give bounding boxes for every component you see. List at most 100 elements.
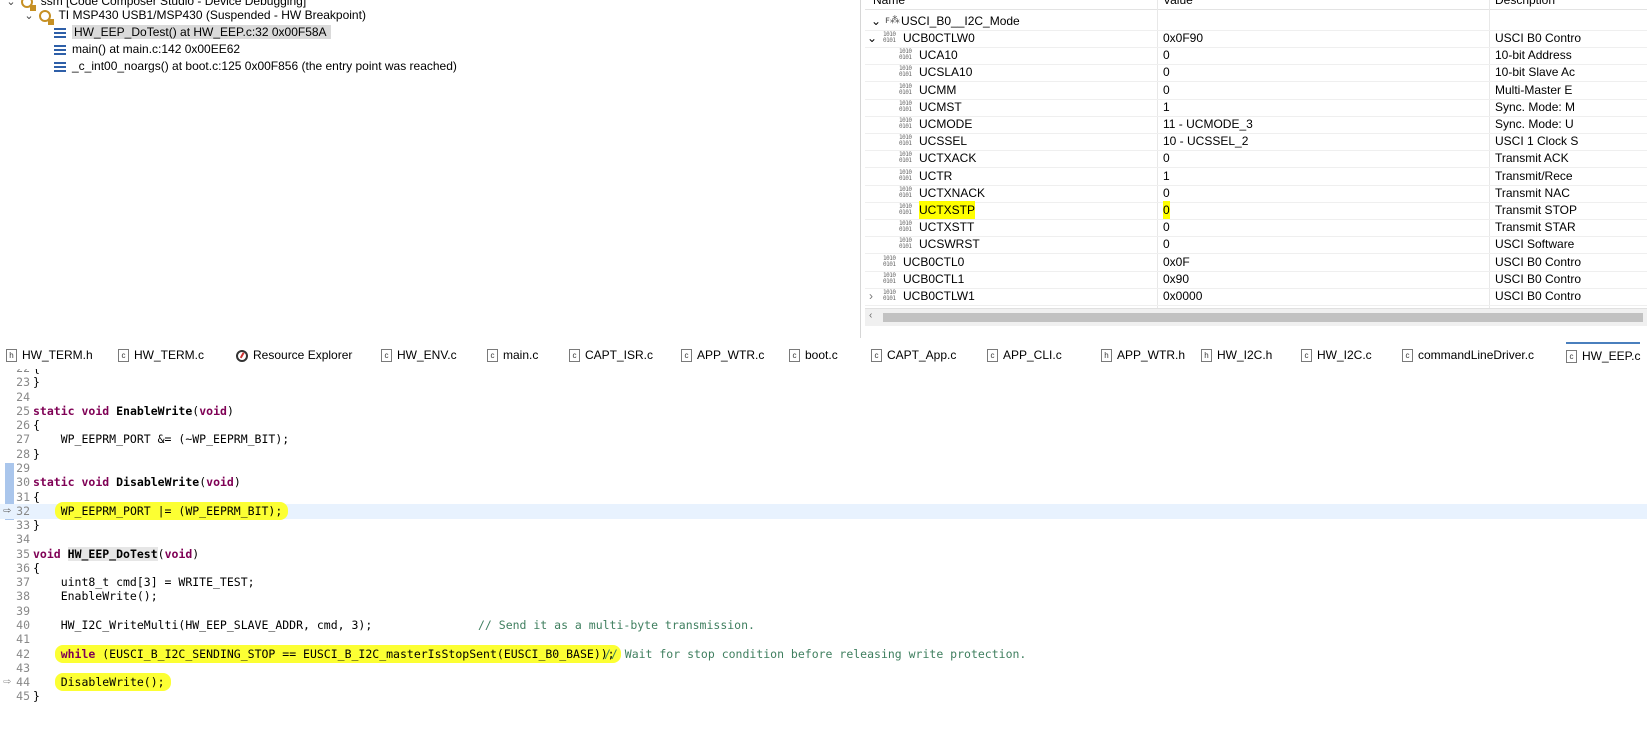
editor-tab[interactable]: c CAPT_ISR.c	[569, 343, 653, 368]
stack-frame[interactable]: HW_EEP_DoTest() at HW_EEP.c:32 0x00F58A	[54, 23, 331, 41]
code-line[interactable]: 32 WP_EEPRM_PORT |= (WP_EEPRM_BIT);	[0, 501, 1647, 520]
code-line[interactable]: 37 uint8_t cmd[3] = WRITE_TEST;	[0, 575, 1647, 590]
register-name: UCTXACK	[919, 151, 977, 166]
register-row[interactable]: 1010 0101 UCMM 0 Multi-Master E	[865, 81, 1647, 100]
editor-tab[interactable]: c boot.c	[789, 343, 838, 368]
stack-frame[interactable]: main() at main.c:142 0x00EE62	[54, 40, 240, 58]
breakpoint-icon[interactable]: ⇨	[3, 674, 11, 689]
editor-tab[interactable]: c HW_EEP.c	[1566, 342, 1641, 369]
register-row[interactable]: 1010 0101 UCSLA10 0 10-bit Slave Ac	[865, 63, 1647, 83]
editor-tab[interactable]: Resource Explorer	[236, 343, 352, 368]
register-description: Sync. Mode: U	[1495, 117, 1574, 131]
code-line[interactable]: 24	[0, 390, 1647, 405]
register-row[interactable]: ⌄ 1010 0101 UCB0CTLW0 0x0F90 USCI B0 Contro	[865, 29, 1647, 48]
editor-tab[interactable]: c commandLineDriver.c	[1402, 343, 1534, 368]
register-value[interactable]: 10 - UCSSEL_2	[1163, 132, 1248, 150]
chevron-down-icon[interactable]: ⌄	[871, 12, 881, 30]
editor-tab[interactable]: c CAPT_App.c	[871, 343, 956, 368]
register-value[interactable]: 1	[1163, 98, 1170, 116]
chevron-down-icon[interactable]: ⌄	[867, 29, 877, 47]
code-line[interactable]: 29	[0, 461, 1647, 476]
register-value[interactable]: 0	[1163, 63, 1170, 81]
code-text: while (EUSCI_B_I2C_SENDING_STOP == EUSCI…	[33, 644, 621, 663]
register-value[interactable]: 0	[1163, 218, 1170, 236]
header-file-icon: h	[1201, 349, 1212, 363]
c-file-icon: c	[1402, 349, 1413, 363]
code-line[interactable]: 26{	[0, 418, 1647, 433]
editor-tab[interactable]: c APP_WTR.c	[681, 343, 764, 368]
code-line[interactable]: 36{	[0, 561, 1647, 576]
register-value[interactable]: 0	[1163, 81, 1170, 99]
stack-frame[interactable]: _c_int00_noargs() at boot.c:125 0x00F856…	[54, 57, 457, 75]
debug-target-item[interactable]: ⌄ TI MSP430 USB1/MSP430 (Suspended - HW …	[22, 6, 366, 25]
register-row[interactable]: 1010 0101 UCTXNACK 0 Transmit NAC	[865, 184, 1647, 203]
code-line[interactable]: 42 while (EUSCI_B_I2C_SENDING_STOP == EU…	[0, 644, 1647, 663]
register-row[interactable]: 1010 0101 UCSSEL 10 - UCSSEL_2 USCI 1 Clock …	[865, 132, 1647, 152]
register-row[interactable]: 1010 0101 UCB0CTL1 0x90 USCI B0 Contro	[865, 270, 1647, 289]
register-value[interactable]: 0	[1163, 184, 1170, 202]
register-value[interactable]: 0x90	[1163, 270, 1189, 288]
code-line[interactable]: 34	[0, 532, 1647, 547]
register-value[interactable]: 1	[1163, 167, 1170, 185]
code-line[interactable]: 33}	[0, 518, 1647, 533]
line-number: 40	[16, 618, 30, 633]
registers-header: Name Value Description	[865, 0, 1647, 10]
code-editor[interactable]: 22{23}2425static void EnableWrite(void)2…	[0, 369, 1647, 729]
column-header-value[interactable]: Value	[1163, 0, 1193, 9]
column-header-name[interactable]: Name	[873, 0, 905, 9]
code-line[interactable]: 25 static void EnableWrite(void)	[0, 404, 1647, 419]
register-value[interactable]: 0	[1163, 235, 1170, 253]
code-line[interactable]: 35 void HW_EEP_DoTest(void)	[0, 546, 1647, 562]
register-row[interactable]: 1010 0101 UCTXACK 0 Transmit ACK	[865, 149, 1647, 169]
register-description: Transmit STOP	[1495, 203, 1578, 217]
c-file-icon: c	[987, 349, 998, 363]
editor-tab[interactable]: c HW_TERM.c	[118, 343, 204, 368]
register-value[interactable]: 0x0F	[1163, 253, 1190, 271]
horizontal-scrollbar[interactable]: ‹	[865, 308, 1647, 326]
editor-tab[interactable]: c HW_ENV.c	[381, 343, 457, 368]
chevron-down-icon[interactable]: ⌄	[4, 0, 18, 11]
register-row[interactable]: 1010 0101 UCMST 1 Sync. Mode: M	[865, 98, 1647, 117]
register-row[interactable]: 1010 0101 UCB0CTL0 0x0F USCI B0 Contro	[865, 253, 1647, 272]
register-value[interactable]: 0	[1163, 201, 1170, 219]
register-icon: 1010 0101	[899, 185, 912, 199]
code-line[interactable]: 30 static void DisableWrite(void)	[0, 475, 1647, 490]
editor-tab[interactable]: h HW_I2C.h	[1201, 343, 1272, 368]
register-row[interactable]: › 1010 0101 UCB0CTLW1 0x0000 USCI B0 Contro	[865, 287, 1647, 306]
code-line[interactable]: 23}	[0, 375, 1647, 390]
code-line[interactable]: 45}	[0, 689, 1647, 704]
program-counter-icon[interactable]: ⇨	[3, 503, 11, 518]
code-line[interactable]: 43	[0, 661, 1647, 676]
editor-tab[interactable]: c main.c	[487, 343, 538, 368]
register-row[interactable]: 1010 0101 UCTXSTT 0 Transmit STAR	[865, 218, 1647, 238]
scroll-left-icon[interactable]: ‹	[869, 310, 872, 321]
editor-tab[interactable]: c APP_CLI.c	[987, 343, 1062, 368]
register-value[interactable]: 0	[1163, 46, 1170, 64]
register-value[interactable]: 11 - UCMODE_3	[1163, 115, 1253, 133]
line-number: 38	[16, 589, 30, 604]
scrollbar-thumb[interactable]	[883, 313, 1643, 322]
code-line[interactable]: 27 WP_EEPRM_PORT &= (~WP_EEPRM_BIT);	[0, 432, 1647, 447]
register-row[interactable]: 1010 0101 UCTR 1 Transmit/Rece	[865, 167, 1647, 186]
line-number: 43	[16, 660, 30, 675]
register-row[interactable]: 1010 0101 UCSWRST 0 USCI Software	[865, 235, 1647, 255]
register-row[interactable]: 1010 0101 UCA10 0 10-bit Address	[865, 46, 1647, 66]
register-row[interactable]: 1010 0101 UCTXSTP 0 Transmit STOP	[865, 201, 1647, 220]
code-line[interactable]: 28}	[0, 447, 1647, 462]
editor-tab[interactable]: c HW_I2C.c	[1301, 343, 1372, 368]
register-row[interactable]: 1010 0101 UCMODE 11 - UCMODE_3 Sync. Mode: U	[865, 115, 1647, 134]
code-line[interactable]: 38 EnableWrite();	[0, 589, 1647, 604]
register-value[interactable]: 0	[1163, 149, 1170, 167]
code-line[interactable]: 40 HW_I2C_WriteMulti(HW_EEP_SLAVE_ADDR, …	[0, 618, 1647, 633]
code-line[interactable]: 39	[0, 604, 1647, 619]
code-text: WP_EEPRM_PORT &= (~WP_EEPRM_BIT);	[33, 432, 290, 447]
register-value[interactable]: 0x0000	[1163, 287, 1202, 305]
column-header-description[interactable]: Description	[1495, 0, 1555, 9]
line-number: 25	[16, 403, 30, 418]
chevron-right-icon[interactable]: ›	[869, 287, 873, 305]
editor-tab[interactable]: h HW_TERM.h	[6, 343, 93, 368]
register-value[interactable]: 0x0F90	[1163, 29, 1203, 47]
chevron-down-icon[interactable]: ⌄	[22, 7, 36, 25]
code-line[interactable]: 44 DisableWrite();	[0, 673, 1647, 692]
editor-tab[interactable]: h APP_WTR.h	[1101, 343, 1185, 368]
